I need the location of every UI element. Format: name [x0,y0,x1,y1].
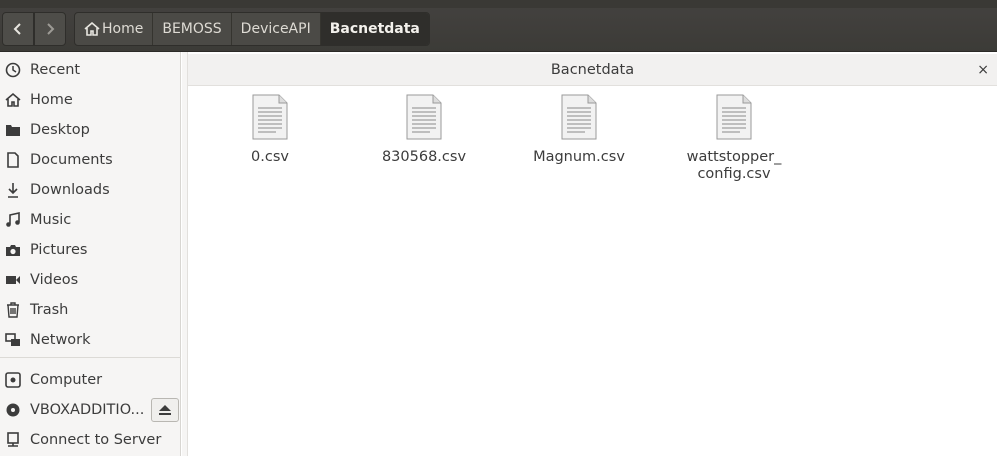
sidebar-item-pictures[interactable]: Pictures [0,235,181,265]
network-icon [4,331,22,349]
file-view: Bacnetdata × 0.csv 830568.csv Magnum.csv… [182,52,997,456]
sidebar-item-label: VBOXADDITIO... [30,402,145,418]
sidebar-item-recent[interactable]: Recent [0,55,181,85]
back-button[interactable] [2,12,34,46]
text-file-icon [716,94,752,140]
home-icon [84,22,100,36]
sidebar-item-label: Pictures [30,242,88,258]
home-icon [4,91,22,109]
folder-icon [4,121,22,139]
text-file-icon [406,94,442,140]
camera-icon [4,241,22,259]
sidebar-item-label: Desktop [30,122,90,138]
forward-button[interactable] [34,12,66,46]
breadcrumb-deviceapi[interactable]: DeviceAPI [232,13,321,45]
sidebar-item-documents[interactable]: Documents [0,145,181,175]
sidebar-item-trash[interactable]: Trash [0,295,181,325]
trash-icon [4,301,22,319]
file-name-line2: config.csv [697,166,771,182]
download-icon [4,181,22,199]
location-title-bar: Bacnetdata × [188,54,997,86]
sidebar-item-label: Connect to Server [30,432,162,448]
sidebar-item-label: Videos [30,272,79,288]
sidebar-item-downloads[interactable]: Downloads [0,175,181,205]
file-name: wattstopper_ [686,149,782,165]
eject-button[interactable] [151,398,179,422]
file-item-2[interactable]: Magnum.csv [519,94,639,166]
sidebar-item-label: Music [30,212,72,228]
file-item-1[interactable]: 830568.csv [364,94,484,166]
sidebar-item-computer[interactable]: Computer [0,365,181,395]
eject-icon [159,405,171,415]
title-strip [0,0,997,8]
disc-icon [4,401,22,419]
text-file-icon [252,94,288,140]
sidebar-item-home[interactable]: Home [0,85,181,115]
sidebar-item-label: Documents [30,152,113,168]
document-icon [4,151,22,169]
sidebar-item-connect-server[interactable]: Connect to Server [0,425,181,455]
sidebar-item-label: Trash [30,302,69,318]
file-item-0[interactable]: 0.csv [210,94,330,166]
sidebar-separator [0,357,181,358]
breadcrumb-label: Bacnetdata [329,21,420,37]
video-icon [4,271,22,289]
sidebar-item-music[interactable]: Music [0,205,181,235]
file-item-3[interactable]: wattstopper_ config.csv [674,94,794,183]
pane-divider[interactable] [182,52,188,456]
sidebar-item-network[interactable]: Network [0,325,181,355]
sidebar-item-videos[interactable]: Videos [0,265,181,295]
page-title: Bacnetdata [550,61,635,78]
sidebar: Recent Home Desktop Documents Downloads … [0,52,181,456]
sidebar-item-label: Computer [30,372,103,388]
breadcrumb-home[interactable]: Home [75,13,154,45]
sidebar-item-desktop[interactable]: Desktop [0,115,181,145]
music-icon [4,211,22,229]
breadcrumb: Home BEMOSS DeviceAPI Bacnetdata [74,12,430,46]
file-name: 0.csv [251,149,289,165]
sidebar-item-label: Home [30,92,73,108]
sidebar-item-label: Recent [30,62,81,78]
breadcrumb-label: Home [102,21,144,37]
header-bar: Home BEMOSS DeviceAPI Bacnetdata [0,0,997,52]
server-icon [4,431,22,449]
sidebar-item-label: Network [30,332,91,348]
breadcrumb-bemoss[interactable]: BEMOSS [153,13,232,45]
breadcrumb-bacnetdata[interactable]: Bacnetdata [320,13,429,45]
breadcrumb-label: DeviceAPI [240,21,311,37]
text-file-icon [561,94,597,140]
file-name: 830568.csv [381,149,467,165]
computer-icon [4,371,22,389]
breadcrumb-label: BEMOSS [162,21,222,37]
sidebar-item-label: Downloads [30,182,110,198]
close-icon[interactable]: × [977,62,989,78]
file-name: Magnum.csv [533,149,625,165]
chevron-right-icon [47,23,55,35]
clock-icon [4,61,22,79]
chevron-left-icon [13,23,21,35]
